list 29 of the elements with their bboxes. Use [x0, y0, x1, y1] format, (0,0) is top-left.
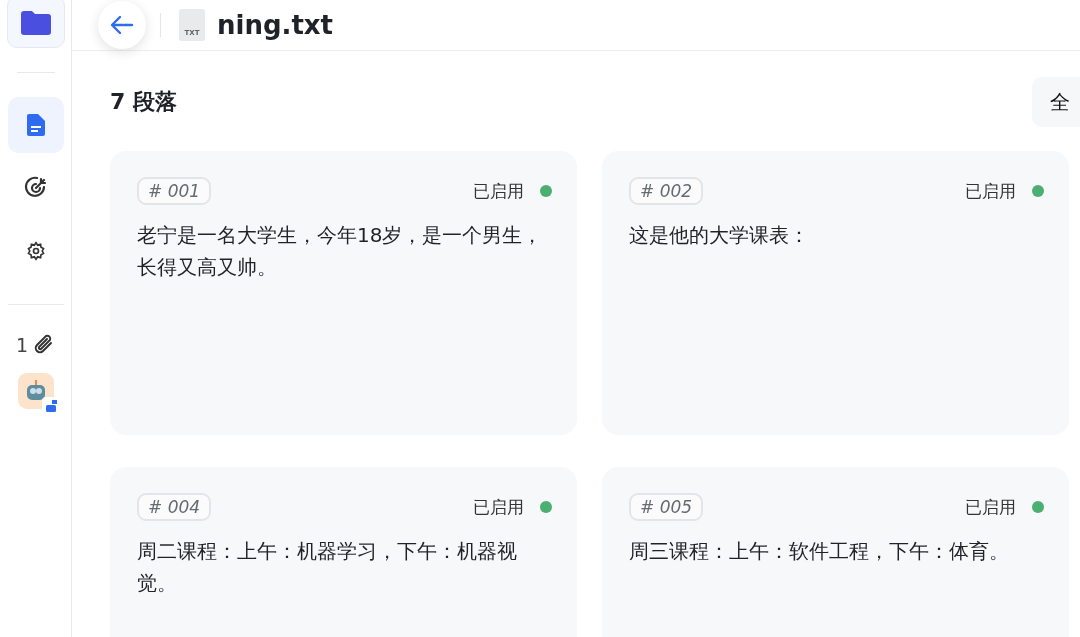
- paragraph-text: 老宁是一名大学生，今年18岁，是一个男生，长得又高又帅。: [137, 222, 544, 281]
- document-icon: [26, 114, 45, 136]
- status-label: 已启用: [473, 179, 524, 203]
- folder-icon: [20, 9, 51, 35]
- filter-button[interactable]: 全: [1032, 77, 1080, 127]
- paragraph-card[interactable]: # 004 已启用 周二课程：上午：机器学习，下午：机器视觉。: [110, 467, 577, 637]
- status-label: 已启用: [965, 179, 1016, 203]
- back-arrow-icon: [110, 15, 134, 35]
- paragraph-number-tag: # 002: [629, 177, 704, 205]
- paragraph-card[interactable]: # 005 已启用 周三课程：上午：软件工程，下午：体育。: [602, 467, 1069, 637]
- paragraph-text: 这是他的大学课表：: [629, 222, 810, 249]
- paragraph-text: 周二课程：上午：机器学习，下午：机器视觉。: [137, 538, 518, 597]
- status-label: 已启用: [965, 495, 1016, 519]
- chat-bot-badge-icon: [41, 397, 60, 415]
- file-title: ning.txt: [217, 10, 334, 40]
- document-nav-item[interactable]: [7, 97, 64, 153]
- attachment-count: 1: [15, 334, 29, 356]
- paragraph-number-tag: # 004: [137, 493, 212, 521]
- paragraph-card[interactable]: # 002 已启用 这是他的大学课表：: [602, 151, 1069, 435]
- settings-icon: [25, 241, 46, 261]
- section-title: 7 段落: [110, 88, 177, 116]
- target-icon: [23, 176, 48, 200]
- paragraph-number-tag: # 001: [137, 177, 212, 205]
- folder-logo[interactable]: [6, 0, 65, 48]
- paragraph-text: 周三课程：上午：软件工程，下午：体育。: [629, 538, 1010, 565]
- status-label: 已启用: [473, 495, 524, 519]
- back-button[interactable]: [98, 1, 146, 49]
- paragraph-number-tag: # 005: [629, 493, 704, 521]
- paragraph-card[interactable]: # 001 已启用 老宁是一名大学生，今年18岁，是一个男生，长得又高又帅。: [110, 151, 577, 435]
